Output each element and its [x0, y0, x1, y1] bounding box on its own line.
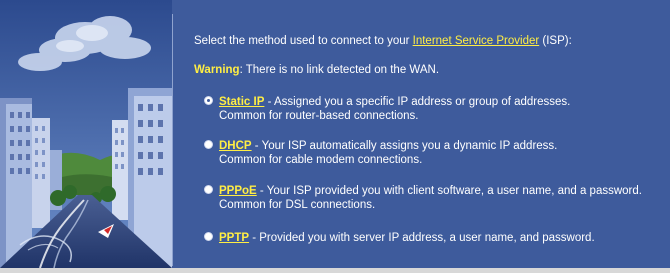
- intro-text: Select the method used to connect to you…: [194, 34, 572, 48]
- pptp-link[interactable]: PPTP: [219, 232, 249, 244]
- warning-label: Warning: [194, 64, 240, 76]
- pppoe-link[interactable]: PPPoE: [219, 185, 257, 197]
- isp-help-link[interactable]: Internet Service Provider: [413, 35, 540, 47]
- static-ip-radio[interactable]: [204, 96, 213, 105]
- pptp-description: PPTP - Provided you with server IP addre…: [219, 231, 595, 245]
- intro-text-before: Select the method used to connect to you…: [194, 35, 413, 47]
- dhcp-line1: - Your ISP automatically assigns you a d…: [251, 140, 558, 152]
- wan-warning: Warning: There is no link detected on th…: [194, 63, 439, 77]
- dhcp-line2: Common for cable modem connections.: [219, 154, 423, 166]
- warning-text: : There is no link detected on the WAN.: [239, 64, 440, 76]
- dhcp-radio[interactable]: [204, 140, 213, 149]
- dhcp-description: DHCP - Your ISP automatically assigns yo…: [219, 139, 557, 167]
- intro-text-after: (ISP):: [539, 35, 572, 47]
- static-ip-link[interactable]: Static IP: [219, 96, 264, 108]
- static-ip-description: Static IP - Assigned you a specific IP a…: [219, 95, 570, 123]
- pptp-line1: - Provided you with server IP address, a…: [249, 232, 595, 244]
- pppoe-line1: - Your ISP provided you with client soft…: [256, 185, 642, 197]
- pppoe-description: PPPoE - Your ISP provided you with clien…: [219, 184, 642, 212]
- static-ip-line2: Common for router-based connections.: [219, 110, 419, 122]
- panel-divider: [172, 14, 173, 266]
- static-ip-line1: - Assigned you a specific IP address or …: [264, 96, 571, 108]
- wan-setup-panel: Select the method used to connect to you…: [0, 0, 670, 273]
- city-street-illustration: [0, 0, 172, 268]
- dhcp-link[interactable]: DHCP: [219, 140, 252, 152]
- pppoe-radio[interactable]: [204, 185, 213, 194]
- pptp-radio[interactable]: [204, 232, 213, 241]
- pppoe-line2: Common for DSL connections.: [219, 199, 376, 211]
